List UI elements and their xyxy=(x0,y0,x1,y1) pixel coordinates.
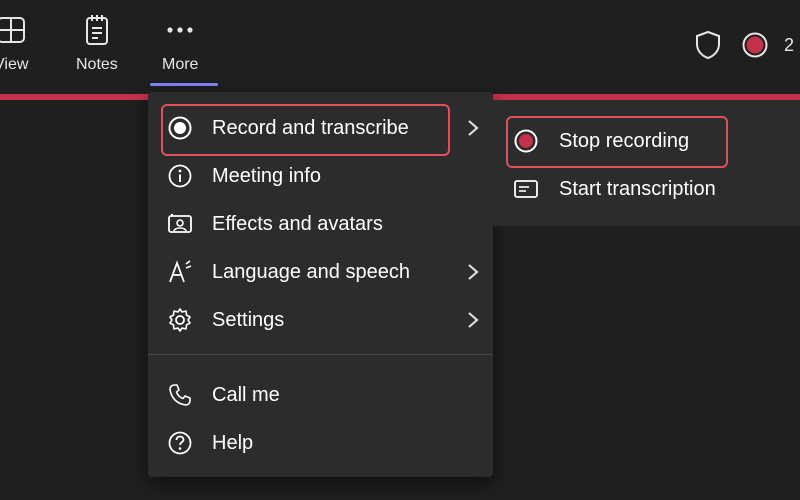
participant-count: 2 xyxy=(784,35,795,55)
more-button[interactable]: More xyxy=(162,10,198,88)
menu-item-label: Language and speech xyxy=(212,260,410,283)
menu-item-label: Meeting info xyxy=(212,164,321,187)
transcript-icon xyxy=(493,179,559,199)
submenu-item-label: Start transcription xyxy=(559,177,716,200)
language-icon xyxy=(148,260,212,284)
menu-item-call-me[interactable]: Call me xyxy=(148,372,493,418)
menu-item-effects-and-avatars[interactable]: Effects and avatars xyxy=(148,201,493,247)
menu-item-settings[interactable]: Settings xyxy=(148,297,493,343)
notes-button[interactable]: Notes xyxy=(76,10,118,88)
menu-item-label: Effects and avatars xyxy=(212,212,383,235)
more-dots-icon xyxy=(165,10,195,50)
notes-label: Notes xyxy=(76,56,118,73)
menu-item-label: Settings xyxy=(212,308,285,331)
help-icon xyxy=(148,431,212,455)
recording-bar-left xyxy=(0,94,150,100)
submenu-item-start-transcription[interactable]: Start transcription xyxy=(493,166,800,212)
menu-item-meeting-info[interactable]: Meeting info xyxy=(148,153,493,199)
menu-item-label: Call me xyxy=(212,383,280,406)
recording-indicator-icon[interactable] xyxy=(742,32,768,63)
notes-icon xyxy=(84,10,110,50)
stop-recording-highlight-box xyxy=(506,116,728,168)
meeting-toolbar: View Notes More xyxy=(0,0,800,92)
gear-icon xyxy=(148,307,212,333)
grid-icon xyxy=(0,10,26,50)
more-label: More xyxy=(162,56,199,73)
chevron-right-icon xyxy=(453,119,493,137)
info-icon xyxy=(148,164,212,188)
more-active-indicator xyxy=(150,83,218,86)
view-label: View xyxy=(0,56,29,73)
effects-icon xyxy=(148,213,212,235)
menu-item-help[interactable]: Help xyxy=(148,420,493,466)
chevron-right-icon xyxy=(453,311,493,329)
view-button[interactable]: View xyxy=(0,10,28,88)
chevron-right-icon xyxy=(453,263,493,281)
menu-divider xyxy=(148,354,493,355)
menu-item-language-and-speech[interactable]: Language and speech xyxy=(148,249,493,295)
menu-item-label: Help xyxy=(212,431,254,454)
shield-icon[interactable] xyxy=(694,30,722,65)
phone-icon xyxy=(148,383,212,407)
record-highlight-box xyxy=(161,104,450,156)
